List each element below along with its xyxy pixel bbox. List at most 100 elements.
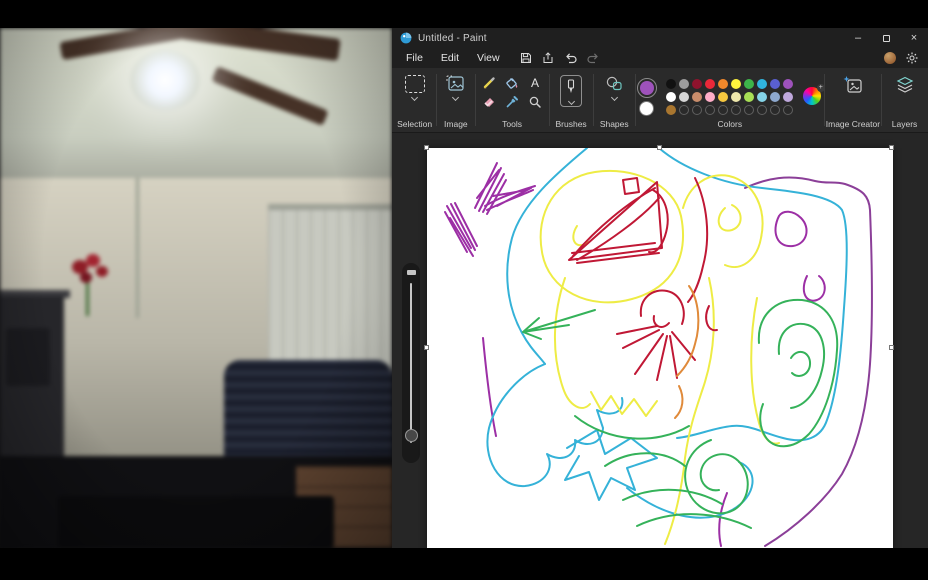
screen: Untitled - Paint – × File Edit View (0, 0, 928, 580)
settings-gear-icon[interactable] (906, 52, 918, 64)
brushes-group[interactable]: Brushes (551, 68, 592, 132)
color-swatch[interactable] (770, 79, 780, 89)
color-swatch[interactable] (679, 105, 689, 115)
color-swatch[interactable] (783, 92, 793, 102)
color-swatch[interactable] (757, 105, 767, 115)
close-button[interactable]: × (900, 28, 928, 48)
color-swatch[interactable] (718, 79, 728, 89)
menu-view[interactable]: View (469, 50, 508, 66)
vertical-slider[interactable] (402, 263, 420, 463)
titlebar: Untitled - Paint – × (392, 28, 928, 48)
shapes-label: Shapes (600, 119, 629, 129)
color-swatch[interactable] (744, 79, 754, 89)
color-swatch[interactable] (770, 92, 780, 102)
canvas-resize-handle[interactable] (424, 345, 429, 350)
image-creator-group[interactable]: Image Creator (826, 68, 880, 132)
color-swatch[interactable] (692, 79, 702, 89)
divider (881, 74, 882, 126)
color-swatch[interactable] (692, 105, 702, 115)
edit-colors-button[interactable]: + (803, 87, 823, 107)
color-swatch[interactable] (679, 79, 689, 89)
shapes-group[interactable]: Shapes (595, 68, 634, 132)
letterbox-bottom (0, 548, 928, 580)
color-swatch[interactable] (744, 105, 754, 115)
undo-icon[interactable] (564, 52, 577, 64)
menubar: File Edit View (392, 48, 928, 68)
selection-icon (405, 75, 425, 93)
share-icon[interactable] (542, 52, 554, 64)
canvas-resize-handle[interactable] (424, 145, 429, 150)
tools-label: Tools (502, 119, 522, 129)
eyedropper-tool-icon[interactable] (505, 95, 519, 109)
color-swatch[interactable] (705, 105, 715, 115)
color-swatch[interactable] (757, 79, 767, 89)
redo-icon[interactable] (587, 52, 600, 64)
pencil-tool-icon[interactable] (482, 76, 496, 90)
slider-top-handle[interactable] (407, 270, 416, 275)
maximize-button[interactable] (872, 28, 900, 48)
minimize-button[interactable]: – (844, 28, 872, 48)
menubar-right (884, 52, 928, 64)
chevron-down-icon (568, 98, 575, 105)
layers-label: Layers (892, 119, 918, 129)
window-title: Untitled - Paint (418, 33, 487, 44)
color-swatch[interactable] (770, 105, 780, 115)
color-swatch[interactable] (783, 105, 793, 115)
brushes-icon (560, 75, 582, 107)
plus-icon: + (817, 84, 825, 92)
webcam-feed[interactable] (0, 28, 392, 548)
slider-thumb[interactable] (405, 429, 418, 442)
color-swatch[interactable] (731, 92, 741, 102)
color-swatch[interactable] (666, 105, 676, 115)
chevron-down-icon (611, 94, 618, 101)
paint-window: Untitled - Paint – × File Edit View (392, 28, 928, 548)
doodle-drawing (427, 148, 893, 548)
color-swatch[interactable] (692, 92, 702, 102)
ribbon-toolbar: Selection Image (392, 68, 928, 133)
chevron-down-icon (452, 94, 459, 101)
canvas-resize-handle[interactable] (889, 345, 894, 350)
color-swatch[interactable] (666, 92, 676, 102)
fill-tool-icon[interactable] (505, 76, 519, 90)
layers-group[interactable]: Layers (883, 68, 926, 132)
paint-app-icon (400, 32, 412, 44)
color-background[interactable] (639, 101, 654, 116)
layers-icon (895, 75, 915, 95)
shapes-icon (604, 75, 624, 93)
color-swatch[interactable] (718, 92, 728, 102)
slider-track[interactable] (410, 283, 412, 443)
color-swatch[interactable] (679, 92, 689, 102)
color1-selected-ring[interactable] (637, 78, 657, 98)
image-tool-group[interactable]: Image (438, 68, 474, 132)
save-icon[interactable] (520, 52, 532, 64)
color-swatch[interactable] (705, 92, 715, 102)
canvas-resize-handle[interactable] (657, 145, 662, 150)
menu-edit[interactable]: Edit (433, 50, 467, 66)
color-swatch[interactable] (718, 105, 728, 115)
image-label: Image (444, 119, 468, 129)
window-controls: – × (844, 28, 928, 48)
quick-access-toolbar (520, 52, 600, 64)
selection-tool-group[interactable]: Selection (394, 68, 435, 132)
divider (635, 74, 636, 126)
menu-file[interactable]: File (398, 50, 431, 66)
brushes-label: Brushes (556, 119, 587, 129)
color-swatch[interactable] (731, 105, 741, 115)
text-tool-icon[interactable]: A (531, 77, 539, 89)
color-swatch[interactable] (731, 79, 741, 89)
color-swatch[interactable] (757, 92, 767, 102)
account-avatar[interactable] (884, 52, 896, 64)
canvas-area (392, 133, 928, 548)
colors-label: Colors (718, 119, 743, 129)
color-swatch[interactable] (705, 79, 715, 89)
chevron-down-icon (411, 94, 418, 101)
eraser-tool-icon[interactable] (482, 95, 496, 109)
divider (593, 74, 594, 126)
magnifier-tool-icon[interactable] (528, 95, 542, 109)
image-creator-label: Image Creator (826, 119, 880, 129)
color-swatch[interactable] (783, 79, 793, 89)
color-swatch[interactable] (744, 92, 754, 102)
canvas-resize-handle[interactable] (889, 145, 894, 150)
color-swatch[interactable] (666, 79, 676, 89)
drawing-canvas[interactable] (427, 148, 893, 548)
